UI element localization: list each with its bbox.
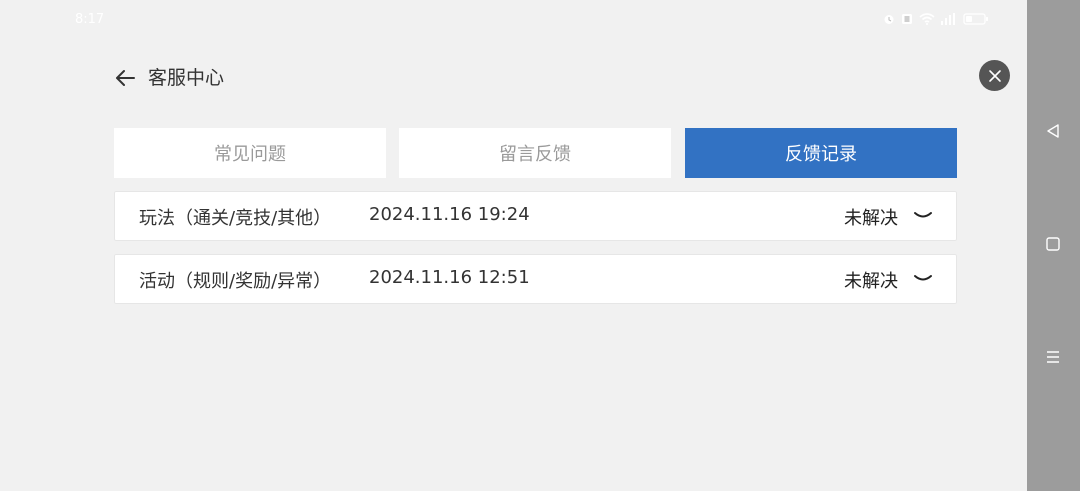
tab-leave-feedback[interactable]: 留言反馈 [399, 128, 671, 178]
nav-menu-button[interactable] [1044, 348, 1062, 366]
tab-feedback-records[interactable]: 反馈记录 [685, 128, 957, 178]
tab-faq[interactable]: 常见问题 [114, 128, 386, 178]
system-nav-bar [1027, 0, 1080, 491]
status-icons [883, 13, 989, 25]
wifi-icon [919, 13, 935, 25]
close-icon [988, 69, 1001, 82]
feedback-record-row[interactable]: 玩法（通关/竞技/其他） 2024.11.16 19:24 未解决 [114, 191, 957, 241]
close-button[interactable] [979, 60, 1010, 91]
signal-icon [941, 13, 955, 25]
back-triangle-icon [1047, 124, 1059, 138]
record-time: 2024.11.16 12:51 [369, 267, 530, 288]
record-category: 玩法（通关/竞技/其他） [139, 208, 332, 229]
menu-lines-icon [1047, 351, 1059, 363]
chevron-down-icon[interactable] [913, 209, 933, 223]
tab-bar: 常见问题 留言反馈 反馈记录 [114, 128, 957, 178]
page-title: 客服中心 [148, 67, 225, 89]
home-square-icon [1046, 237, 1060, 251]
nav-home-button[interactable] [1044, 235, 1062, 253]
record-status: 未解决 [844, 271, 898, 292]
nav-back-button[interactable] [1044, 122, 1062, 140]
record-status: 未解决 [844, 208, 898, 229]
arrow-left-icon [116, 70, 135, 86]
back-button[interactable] [113, 66, 137, 90]
vibrate-icon [902, 14, 912, 24]
status-time: 8:17 [75, 12, 105, 27]
alarm-icon [884, 15, 894, 24]
record-category: 活动（规则/奖励/异常） [139, 271, 332, 292]
battery-icon [963, 13, 988, 25]
status-bar: 8:17 [0, 0, 1027, 42]
feedback-record-row[interactable]: 活动（规则/奖励/异常） 2024.11.16 12:51 未解决 [114, 254, 957, 304]
chevron-down-icon[interactable] [913, 272, 933, 286]
record-time: 2024.11.16 19:24 [369, 204, 530, 225]
